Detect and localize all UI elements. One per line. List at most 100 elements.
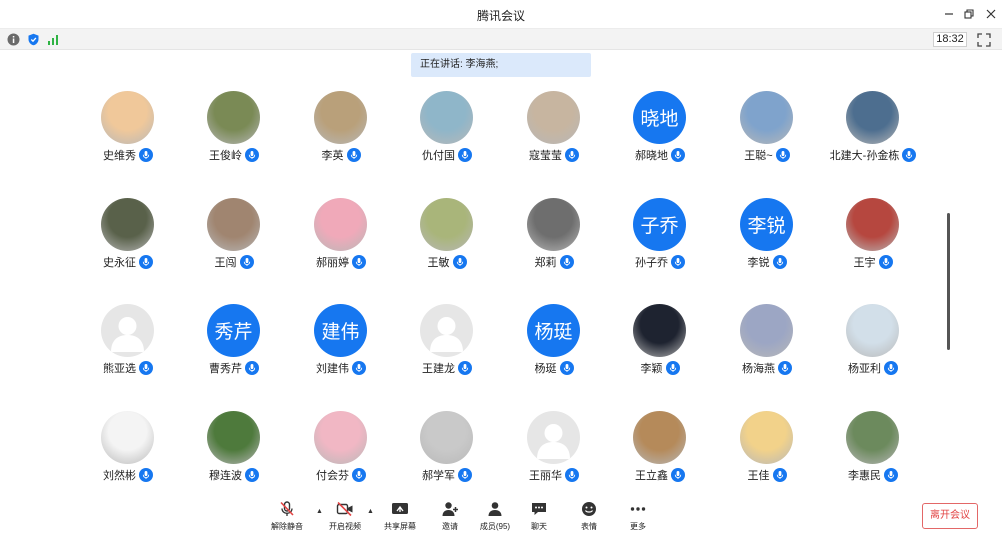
participant-tile[interactable]: 李锐 李锐 <box>712 198 822 288</box>
participant-tile[interactable]: 史永征 <box>73 198 183 288</box>
close-button[interactable] <box>980 4 1002 24</box>
avatar: 秀芹 <box>207 304 260 357</box>
mic-icon <box>352 468 366 482</box>
meeting-toolbar: 解除静音 ▲ 开启视频 ▲ 共享屏幕 邀请 成员(95) 聊天 表情 更多 <box>0 496 1002 537</box>
mic-icon <box>878 255 893 269</box>
participant-tile[interactable]: 王聪~ <box>712 91 822 181</box>
grid-scrollbar[interactable] <box>947 213 950 350</box>
mic-icon <box>352 361 366 375</box>
minimize-button[interactable] <box>938 4 960 24</box>
participant-tile[interactable]: 刘然彬 <box>73 411 183 501</box>
participant-name: 王俊岭 <box>209 150 242 162</box>
participant-tile[interactable]: 郑莉 <box>499 198 609 288</box>
participant-tile[interactable]: 李颖 <box>605 304 715 394</box>
participant-name-line: 郝学军 <box>392 467 502 483</box>
participant-name: 王立鑫 <box>635 470 668 482</box>
participant-tile[interactable]: 李英 <box>286 91 396 181</box>
participant-tile[interactable]: 王宇 <box>818 198 928 288</box>
participant-tile[interactable]: 王闯 <box>179 198 289 288</box>
participant-tile[interactable]: 建伟 刘建伟 <box>286 304 396 394</box>
chat-button[interactable]: 聊天 <box>514 501 564 535</box>
participant-tile[interactable]: 杨海燕 <box>712 304 822 394</box>
participant-name: 王聪~ <box>744 150 773 162</box>
default-avatar-icon <box>430 317 463 352</box>
restore-button[interactable] <box>958 4 980 24</box>
participant-name: 史维秀 <box>103 150 136 162</box>
start-video-label: 开启视频 <box>329 522 361 531</box>
mic-icon <box>458 468 472 482</box>
avatar-photo <box>846 411 899 464</box>
invite-icon <box>442 502 458 516</box>
participant-name: 王建龙 <box>422 363 455 375</box>
participant-tile[interactable]: 付会芬 <box>286 411 396 501</box>
mic-icon <box>772 468 787 482</box>
start-video-button[interactable]: 开启视频 <box>320 501 370 535</box>
participant-tile[interactable]: 李惠民 <box>818 411 928 501</box>
participant-name: 李颖 <box>640 363 663 375</box>
participant-name: 杨亚利 <box>848 363 881 375</box>
participant-tile[interactable]: 穆连波 <box>179 411 289 501</box>
participant-tile[interactable]: 史维秀 <box>73 91 183 181</box>
mic-icon <box>458 361 472 375</box>
participant-name: 付会芬 <box>316 470 349 482</box>
participant-tile[interactable]: 北建大-孙金栋 <box>818 91 928 181</box>
participant-name: 王丽华 <box>529 470 562 482</box>
participant-name-line: 李惠民 <box>818 467 928 483</box>
participant-name-line: 郝晓地 <box>605 147 715 163</box>
info-icon[interactable] <box>7 33 20 46</box>
emoji-button[interactable]: 表情 <box>564 501 614 535</box>
participant-name-line: 史维秀 <box>73 147 183 163</box>
participant-tile[interactable]: 杨珽 杨珽 <box>499 304 609 394</box>
participant-name: 郝丽婷 <box>316 257 349 269</box>
participant-name-line: 王佳 <box>712 467 822 483</box>
participant-tile[interactable]: 杨亚利 <box>818 304 928 394</box>
shield-icon[interactable] <box>27 33 40 46</box>
invite-button[interactable]: 邀请 <box>425 501 475 535</box>
participant-tile[interactable]: 仇付国 <box>392 91 502 181</box>
participant-tile[interactable]: 王敏 <box>392 198 502 288</box>
participant-tile[interactable]: 子乔 孙子乔 <box>605 198 715 288</box>
participant-tile[interactable]: 秀芹 曹秀芹 <box>179 304 289 394</box>
avatar-photo <box>740 411 793 464</box>
participant-tile[interactable]: 熊亚选 <box>73 304 183 394</box>
video-options-caret-icon[interactable]: ▲ <box>367 508 375 516</box>
participant-name-line: 李锐 <box>712 254 822 270</box>
unmute-button[interactable]: 解除静音 <box>262 501 312 535</box>
more-button[interactable]: 更多 <box>613 501 663 535</box>
participant-name: 刘建伟 <box>316 363 349 375</box>
avatar <box>101 304 154 357</box>
participant-tile[interactable]: 郝丽婷 <box>286 198 396 288</box>
mic-muted-icon <box>280 501 294 516</box>
participant-name: 杨海燕 <box>742 363 775 375</box>
mic-icon <box>902 148 917 162</box>
mic-icon <box>245 468 259 482</box>
avatar: 建伟 <box>314 304 367 357</box>
mic-icon <box>139 361 153 375</box>
avatar: 子乔 <box>633 198 686 251</box>
participant-tile[interactable]: 王立鑫 <box>605 411 715 501</box>
share-screen-button[interactable]: 共享屏幕 <box>375 501 425 535</box>
participant-name-line: 寇莹莹 <box>499 147 609 163</box>
avatar: 李锐 <box>740 198 793 251</box>
participant-tile[interactable]: 王建龙 <box>392 304 502 394</box>
participant-tile[interactable]: 王佳 <box>712 411 822 501</box>
meeting-clock: 18:32 <box>933 32 967 47</box>
participant-name-line: 李颖 <box>605 360 715 376</box>
avatar-photo <box>314 198 367 251</box>
participant-tile[interactable]: 晓地 郝晓地 <box>605 91 715 181</box>
mic-icon <box>671 468 685 482</box>
avatar-photo <box>314 411 367 464</box>
participant-tile[interactable]: 王俊岭 <box>179 91 289 181</box>
participant-tile[interactable]: 王丽华 <box>499 411 609 501</box>
avatar-photo <box>101 91 154 144</box>
signal-icon[interactable] <box>47 33 60 46</box>
leave-meeting-button[interactable]: 离开会议 <box>922 503 978 529</box>
avatar-photo <box>527 198 580 251</box>
participant-tile[interactable]: 郝学军 <box>392 411 502 501</box>
minimize-icon <box>945 13 953 15</box>
participant-tile[interactable]: 寇莹莹 <box>499 91 609 181</box>
avatar-photo <box>846 91 899 144</box>
members-button[interactable]: 成员(95) <box>470 501 520 535</box>
fullscreen-icon[interactable] <box>977 33 991 47</box>
participant-name-line: 熊亚选 <box>73 360 183 376</box>
